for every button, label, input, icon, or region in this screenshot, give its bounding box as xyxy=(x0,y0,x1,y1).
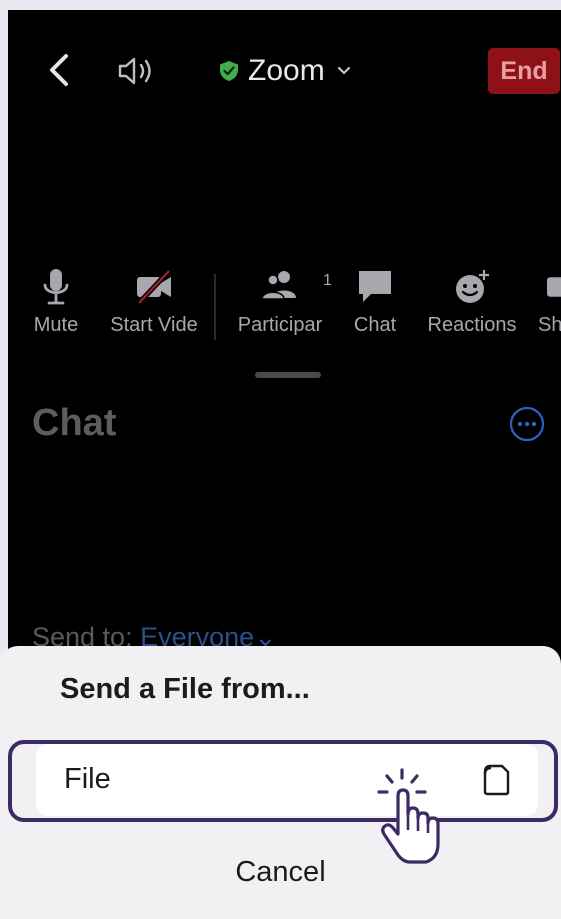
sheet-title: Send a File from... xyxy=(60,673,310,705)
chat-icon xyxy=(359,271,391,302)
toolbar-label: Mute xyxy=(33,314,79,336)
share-icon xyxy=(547,277,561,297)
reactions-icon xyxy=(456,270,489,303)
toolbar-label: Chat xyxy=(353,314,397,336)
meeting-toolbar: Mute Start Vide Participar 1 Chat Reacti… xyxy=(8,268,561,348)
end-meeting-button[interactable]: End xyxy=(488,48,560,94)
microphone-icon xyxy=(43,269,69,305)
toolbar-divider xyxy=(214,274,216,340)
toolbar-item-share[interactable]: Sh xyxy=(538,268,561,340)
toolbar-label: Participar xyxy=(237,314,323,336)
toolbar-item-participants[interactable]: Participar xyxy=(232,268,328,340)
cancel-button[interactable]: Cancel xyxy=(0,856,561,889)
toolbar-item-video[interactable]: Start Vide xyxy=(106,268,202,340)
video-off-icon xyxy=(137,269,171,305)
toolbar-item-mute[interactable]: Mute xyxy=(30,268,82,340)
speaker-icon[interactable] xyxy=(116,54,160,88)
toolbar-item-reactions[interactable]: Reactions xyxy=(424,268,520,340)
meeting-title-text: Zoom xyxy=(248,54,325,87)
chevron-down-icon xyxy=(337,67,350,75)
participants-icon xyxy=(261,271,296,300)
chat-title: Chat xyxy=(32,402,117,444)
tap-hand-icon xyxy=(377,768,440,864)
secure-shield-icon xyxy=(220,61,238,81)
back-arrow-icon[interactable] xyxy=(46,50,72,90)
participants-count-badge: 1 xyxy=(323,272,332,289)
highlight-frame xyxy=(8,740,558,822)
toolbar-label: Reactions xyxy=(427,314,517,336)
meeting-title[interactable]: Zoom xyxy=(218,48,351,94)
drag-handle[interactable] xyxy=(255,372,321,378)
toolbar-label: Start Vide xyxy=(110,314,198,336)
toolbar-item-chat[interactable]: Chat xyxy=(350,268,400,340)
toolbar-label: Sh xyxy=(538,314,561,336)
more-options-icon[interactable] xyxy=(508,405,546,443)
